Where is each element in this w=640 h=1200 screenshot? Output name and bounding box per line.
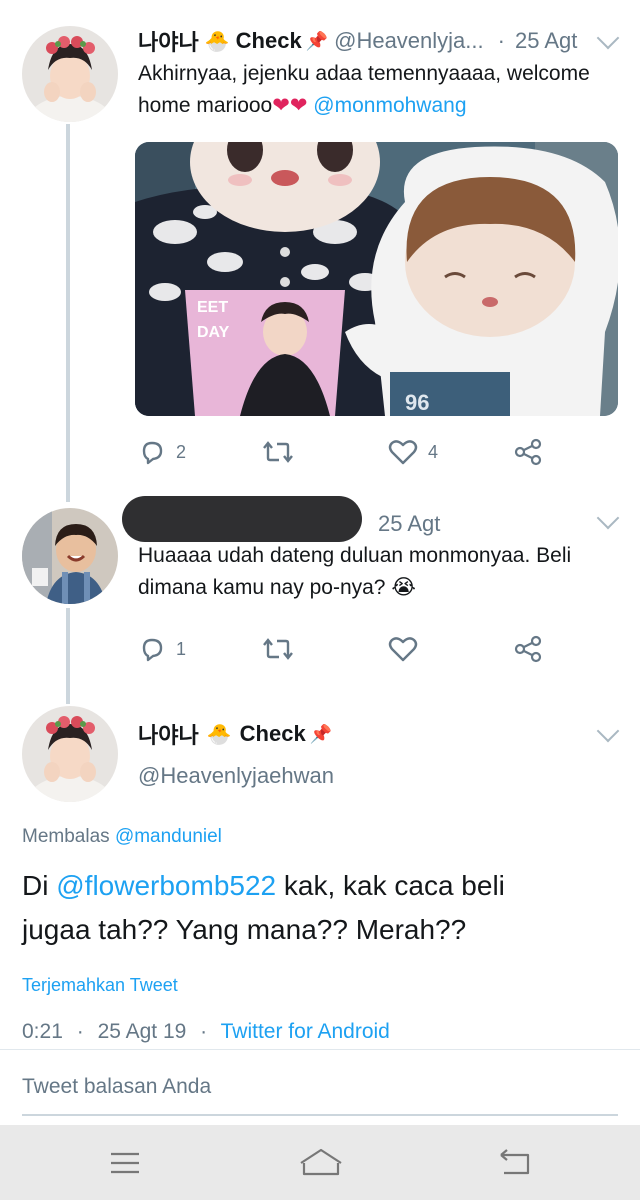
share-icon [514, 635, 542, 663]
tweet-text-line: home mariooo❤❤ @monmohwang [138, 90, 618, 122]
chick-emoji: 🐣 [206, 723, 232, 746]
tweet-text-line: Huaaaa udah dateng duluan monmonyaa. Bel… [138, 544, 572, 567]
tweet-text-line: jugaa tah?? Yang mana?? Merah?? [22, 914, 467, 945]
retweet-icon [263, 441, 293, 463]
mention-link[interactable]: @flowerbomb522 [56, 870, 276, 901]
reply-input-underline [22, 1114, 618, 1116]
chevron-down-icon[interactable] [596, 506, 620, 530]
chick-emoji: 🐣 [204, 30, 230, 53]
system-nav-bar [0, 1125, 640, 1200]
thread-line [66, 124, 70, 502]
divider [0, 1049, 640, 1050]
tweet-text-fragment: dimana kamu nay po-nya? [138, 576, 386, 599]
svg-text:96: 96 [405, 390, 429, 415]
display-name-check[interactable]: Check [240, 721, 306, 747]
redacted-name [122, 496, 362, 542]
hearts-emoji: ❤❤ [272, 94, 308, 117]
like-button[interactable] [388, 635, 418, 663]
avatar[interactable] [22, 26, 118, 122]
reply-icon [142, 638, 163, 662]
menu-icon[interactable] [110, 1151, 140, 1175]
tweet-text-fragment: kak, kak caca beli [276, 870, 505, 901]
tweet-header: 나야나 🐣 Check 📌 @Heavenlyja... · 25 Agt [138, 26, 588, 56]
like-button[interactable]: 4 [388, 438, 438, 466]
tweet-text: Huaaaa udah dateng duluan monmonyaa. Bel… [138, 540, 618, 604]
pin-emoji: 📌 [305, 30, 329, 51]
separator-dot: · [497, 28, 505, 53]
replying-to-handle[interactable]: @manduniel [115, 826, 222, 847]
user-handle[interactable]: @Heavenlyja... [334, 28, 484, 54]
heart-icon [388, 440, 418, 465]
separator-dot: · [76, 1020, 84, 1043]
retweet-button[interactable] [262, 635, 294, 663]
like-count: 4 [428, 441, 439, 462]
tweet-text: Di @flowerbomb522 kak, kak caca beli jug… [22, 864, 622, 952]
tweet-text-fragment: home mariooo [138, 94, 273, 117]
reply-count: 1 [176, 638, 187, 659]
tweet-header: 나야나 🐣 Check 📌 [138, 718, 332, 750]
crying-emoji: 😭 [391, 576, 416, 599]
pin-emoji: 📌 [309, 723, 333, 744]
reply-icon [142, 441, 163, 465]
back-icon[interactable] [498, 1149, 532, 1177]
replying-to: Membalas @manduniel [22, 826, 222, 848]
avatar[interactable] [22, 706, 118, 802]
tweet-source[interactable]: Twitter for Android [221, 1020, 390, 1043]
chevron-down-icon[interactable] [596, 26, 620, 50]
chevron-down-icon[interactable] [596, 719, 620, 743]
tweet-text-line: Di @flowerbomb522 kak, kak caca beli [22, 864, 622, 908]
svg-text:EET: EET [197, 299, 228, 316]
heart-icon [388, 637, 418, 662]
user-handle[interactable]: @Heavenlyjaehwan [138, 763, 334, 789]
replying-to-label: Membalas [22, 826, 110, 847]
separator-dot: · [200, 1020, 208, 1043]
reply-input[interactable]: Tweet balasan Anda [22, 1075, 618, 1099]
tweet-date[interactable]: 25 Agt [515, 28, 577, 54]
reply-count: 2 [176, 441, 187, 462]
tweet-date[interactable]: 25 Agt [378, 511, 440, 537]
tweet-text-fragment: Di [22, 870, 57, 901]
display-name[interactable]: 나야나 [138, 25, 199, 57]
share-button[interactable] [514, 438, 544, 466]
retweet-icon [263, 638, 293, 660]
tweet-date: 25 Agt 19 [97, 1020, 187, 1043]
share-icon [514, 438, 542, 466]
svg-text:DAY: DAY [197, 324, 230, 341]
mention-link[interactable]: @monmohwang [313, 94, 466, 117]
tweet-time: 0:21 [22, 1020, 63, 1043]
display-name-check[interactable]: Check [236, 28, 302, 54]
share-button[interactable] [514, 635, 544, 663]
thread-line [66, 608, 70, 704]
tweet-text: Akhirnyaa, jejenku adaa temennyaaaa, wel… [138, 58, 618, 122]
tweet-meta: 0:21 · 25 Agt 19 · Twitter for Android [22, 1020, 390, 1044]
translate-link[interactable]: Terjemahkan Tweet [22, 975, 178, 996]
reply-button[interactable]: 1 [138, 635, 186, 663]
reply-button[interactable]: 2 [138, 438, 186, 466]
display-name[interactable]: 나야나 [138, 718, 199, 750]
tweet-text-line: dimana kamu nay po-nya? 😭 [138, 572, 618, 604]
tweet-photo[interactable]: EET DAY 96 [135, 142, 618, 416]
tweet-text-line: Akhirnyaa, jejenku adaa temennyaaaa, wel… [138, 62, 590, 85]
avatar[interactable] [22, 508, 118, 604]
home-icon[interactable] [298, 1147, 344, 1177]
retweet-button[interactable] [262, 438, 294, 466]
